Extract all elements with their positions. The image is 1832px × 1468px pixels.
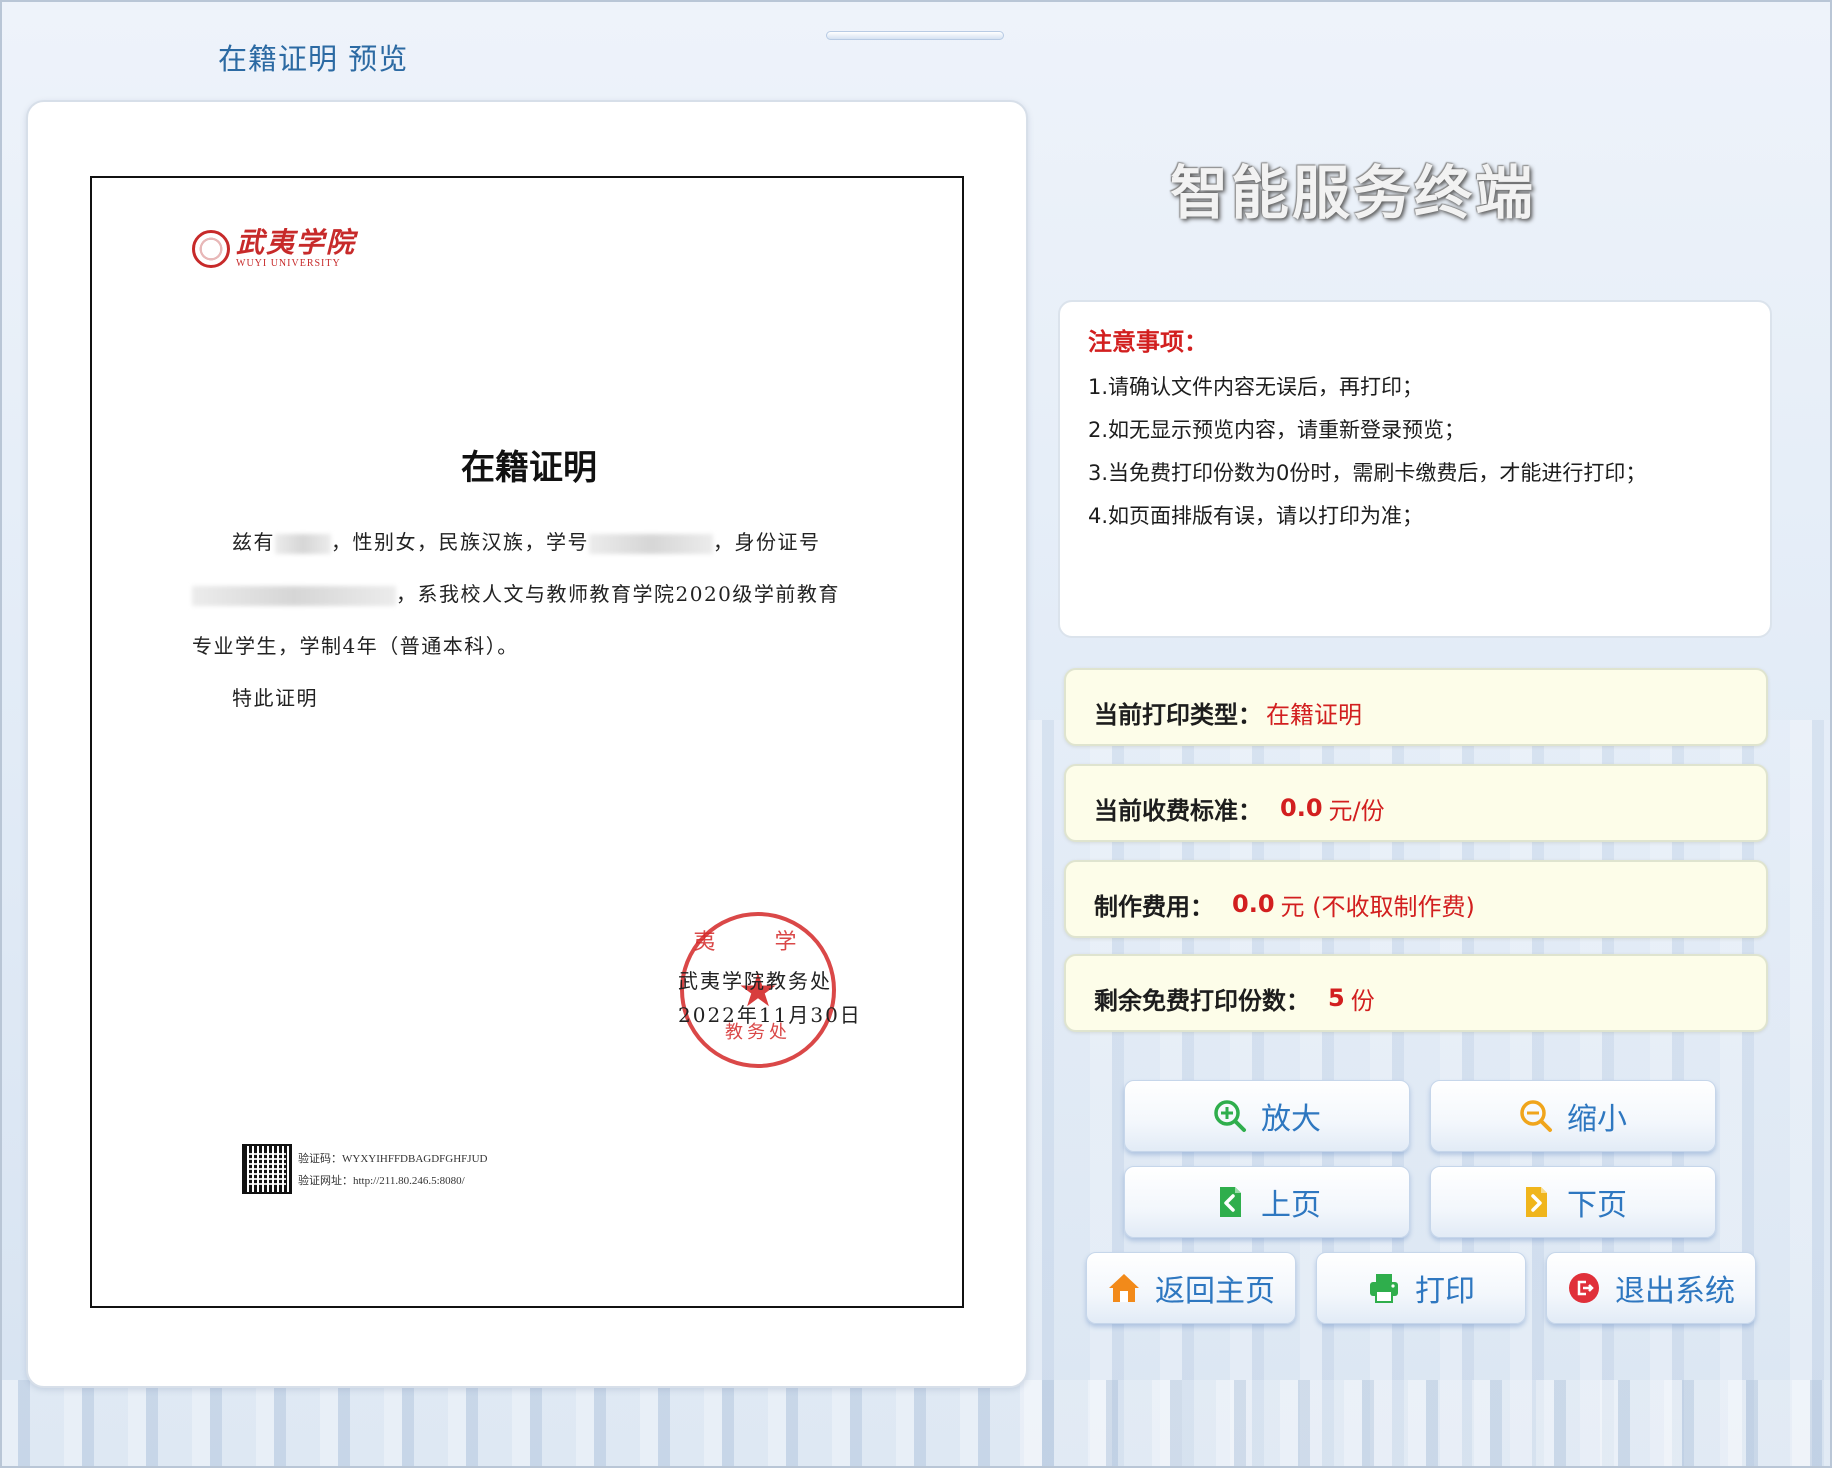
zoom-in-icon [1213,1099,1247,1133]
notice-heading: 注意事项： [1088,328,1208,356]
document-title: 在籍证明 [461,448,597,488]
zoom-out-icon [1519,1099,1553,1133]
print-type-card: 当前打印类型： 在籍证明 [1064,668,1768,746]
notice-box: 注意事项： 1.请确认文件内容无误后，再打印； 2.如无显示预览内容，请重新登录… [1058,300,1772,638]
next-page-button[interactable]: 下页 [1430,1166,1716,1238]
redacted-id-number [192,585,396,606]
fee-value: 0.0 [1280,794,1323,822]
notice-item: 3.当免费打印份数为0份时，需刷卡缴费后，才能进行打印； [1088,461,1647,485]
document-line-3: 专业学生，学制4年（普通本科）。 [192,634,519,658]
print-type-value: 在籍证明 [1266,700,1362,729]
exit-button[interactable]: 退出系统 [1546,1252,1756,1324]
exit-icon [1567,1271,1601,1305]
document-page: 武夷学院 WUYI UNIVERSITY 在籍证明 兹有 ，性别女，民族汉族，学号… [90,176,964,1308]
zoom-in-button[interactable]: 放大 [1124,1080,1410,1152]
qr-code-icon [242,1144,292,1194]
redacted-student-id [589,533,713,554]
making-fee-card: 制作费用： 0.0 元 (不收取制作费) [1064,860,1768,938]
making-fee-value: 0.0 [1232,890,1275,918]
window-drag-handle[interactable] [826,31,1004,40]
university-seal-icon [192,229,230,268]
document-line-2: ，系我校人文与教师教育学院2020级学前教育 [192,568,872,620]
document-line-1: 兹有 ，性别女，民族汉族，学号 ，身份证号 [232,530,821,554]
background-bottom [0,1380,1832,1468]
notice-list: 1.请确认文件内容无误后，再打印； 2.如无显示预览内容，请重新登录预览； 3.… [1088,366,1646,538]
logo-chinese-name: 武夷学院 [236,226,357,259]
university-logo: 武夷学院 WUYI UNIVERSITY [192,228,356,269]
notice-item: 2.如无显示预览内容，请重新登录预览； [1088,418,1466,442]
redacted-name [275,533,331,554]
next-page-icon [1519,1185,1553,1219]
terminal-title: 智能服务终端 [1170,159,1537,227]
document-line-4: 特此证明 [232,686,318,710]
fee-standard-card: 当前收费标准： 0.0 元/份 [1064,764,1768,842]
home-button[interactable]: 返回主页 [1086,1252,1296,1324]
logo-english-name: WUYI UNIVERSITY [236,258,341,269]
notice-item: 4.如页面排版有误，请以打印为准； [1088,504,1424,528]
notice-item: 1.请确认文件内容无误后，再打印； [1088,375,1424,399]
prev-page-button[interactable]: 上页 [1124,1166,1410,1238]
document-body: 兹有 ，性别女，民族汉族，学号 ，身份证号 ，系我校人文与教师教育学院2020级学前… [192,516,872,724]
verification-info: 验证码：WYXYIHFFDBAGDFGHFJUD 验证网址：http://211… [298,1153,488,1187]
free-prints-card: 剩余免费打印份数： 5 份 [1064,954,1768,1032]
page-title: 在籍证明 预览 [218,42,409,76]
document-issuer: 武夷学院教务处 2022年11月30日 [678,969,862,1027]
printer-icon [1367,1271,1401,1305]
preview-panel: 武夷学院 WUYI UNIVERSITY 在籍证明 兹有 ，性别女，民族汉族，学号… [26,100,1028,1388]
zoom-out-button[interactable]: 缩小 [1430,1080,1716,1152]
free-prints-value: 5 [1328,984,1345,1012]
print-button[interactable]: 打印 [1316,1252,1526,1324]
prev-page-icon [1213,1185,1247,1219]
home-icon [1107,1271,1141,1305]
